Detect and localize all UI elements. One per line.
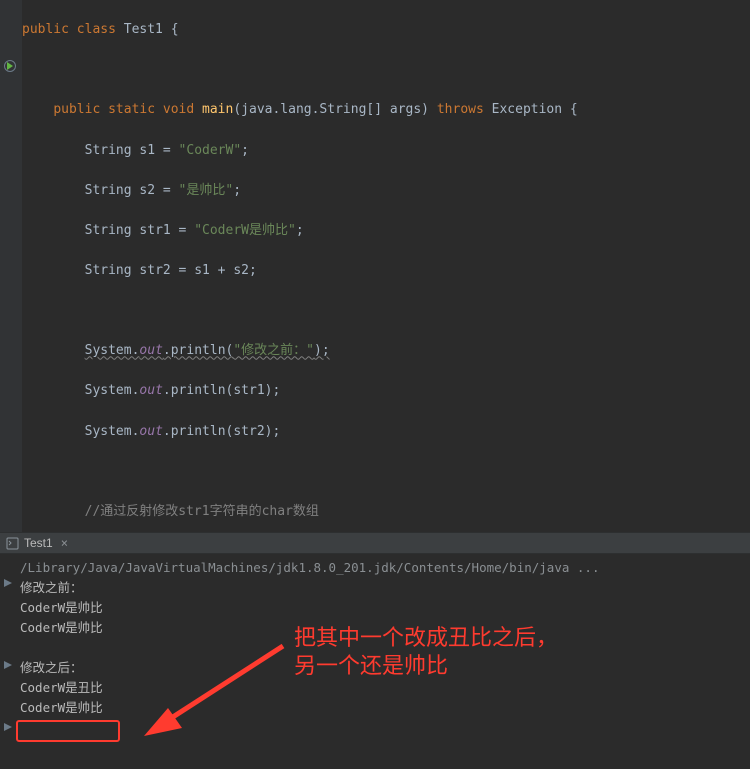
code-editor-pane[interactable]: public class Test1 { public static void …	[0, 0, 750, 532]
fold-marker-icon	[3, 578, 13, 588]
annotation-arrow-icon	[138, 638, 288, 738]
console-line: 修改之前：	[20, 578, 750, 598]
run-gutter-icon[interactable]	[4, 60, 16, 72]
console-line: CoderW是帅比	[20, 698, 750, 718]
fold-marker-icon	[3, 660, 13, 670]
terminal-icon	[6, 537, 19, 550]
code-content[interactable]: public class Test1 { public static void …	[0, 0, 750, 532]
console-output-pane[interactable]: /Library/Java/JavaVirtualMachines/jdk1.8…	[0, 554, 750, 769]
run-tabbar: Test1 ×	[0, 532, 750, 554]
method-name: main	[202, 102, 233, 117]
console-line: CoderW是丑比	[20, 678, 750, 698]
annotation-line-1: 把其中一个改成丑比之后，	[294, 625, 558, 650]
console-gutter	[0, 554, 16, 769]
console-line: CoderW是帅比	[20, 598, 750, 618]
close-tab-icon[interactable]: ×	[58, 534, 71, 553]
annotation-line-2: 另一个还是帅比	[294, 653, 448, 678]
method-modifiers: public static void	[53, 102, 202, 117]
annotation-text: 把其中一个改成丑比之后， 另一个还是帅比	[294, 624, 558, 680]
run-tab-label[interactable]: Test1	[22, 534, 55, 553]
fold-marker-icon	[3, 722, 13, 732]
code-comment: //通过反射修改str1字符串的char数组	[85, 504, 319, 519]
console-cmdline: /Library/Java/JavaVirtualMachines/jdk1.8…	[20, 558, 750, 578]
method-args: (java.lang.String[] args)	[233, 102, 429, 117]
annotation-highlight-box	[16, 720, 120, 742]
editor-gutter	[0, 0, 22, 532]
class-name: Test1	[124, 22, 163, 37]
